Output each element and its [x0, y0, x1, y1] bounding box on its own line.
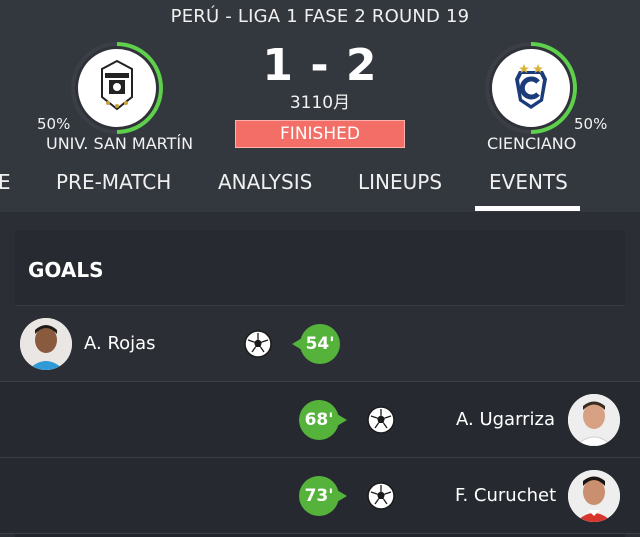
player-photo-icon	[568, 394, 620, 446]
player-photo-icon	[568, 470, 620, 522]
player-avatar[interactable]	[568, 470, 620, 522]
soccer-ball-icon	[367, 482, 395, 510]
match-status-badge: FINISHED	[235, 120, 405, 148]
tab-analysis[interactable]: ANALYSIS	[218, 170, 312, 194]
match-header: PERÚ - LIGA 1 FASE 2 ROUND 19 50% UNIV. …	[0, 0, 640, 212]
goal-event-row[interactable]: A. Rojas 54'	[0, 306, 640, 382]
away-possession-ring	[485, 42, 577, 134]
player-avatar[interactable]	[20, 318, 72, 370]
cienciano-crest-icon	[515, 64, 547, 109]
soccer-ball-icon	[367, 406, 395, 434]
home-possession-label: 50%	[37, 115, 71, 133]
player-name[interactable]: F. Curuchet	[455, 485, 556, 506]
away-team-logo[interactable]	[489, 46, 573, 130]
soccer-ball-icon	[244, 330, 272, 358]
tab-partial[interactable]: E	[0, 170, 11, 194]
goal-event-row[interactable]: 68' A. Ugarriza	[0, 382, 640, 458]
player-photo-icon	[20, 318, 72, 370]
goal-minute-badge: 68'	[299, 400, 347, 440]
away-team-name[interactable]: CIENCIANO	[487, 134, 576, 153]
tab-pre-match[interactable]: PRE-MATCH	[56, 170, 171, 194]
tab-events[interactable]: EVENTS	[489, 170, 568, 194]
player-name[interactable]: A. Rojas	[84, 333, 156, 354]
goals-header	[15, 230, 625, 306]
player-avatar[interactable]	[568, 394, 620, 446]
goal-minute-badge: 54'	[292, 324, 340, 364]
goals-title: GOALS	[28, 258, 104, 282]
league-title: PERÚ - LIGA 1 FASE 2 ROUND 19	[170, 6, 470, 27]
match-tabs: E PRE-MATCH ANALYSIS LINEUPS EVENTS	[0, 160, 640, 212]
home-team-name[interactable]: UNIV. SAN MARTÍN	[46, 134, 193, 153]
player-name[interactable]: A. Ugarriza	[456, 409, 555, 430]
goal-event-row[interactable]: 73' F. Curuchet	[0, 458, 640, 534]
goal-minute-badge: 73'	[299, 476, 347, 516]
away-possession-label: 50%	[574, 115, 608, 133]
tab-lineups[interactable]: LINEUPS	[358, 170, 442, 194]
active-tab-indicator	[475, 206, 580, 211]
